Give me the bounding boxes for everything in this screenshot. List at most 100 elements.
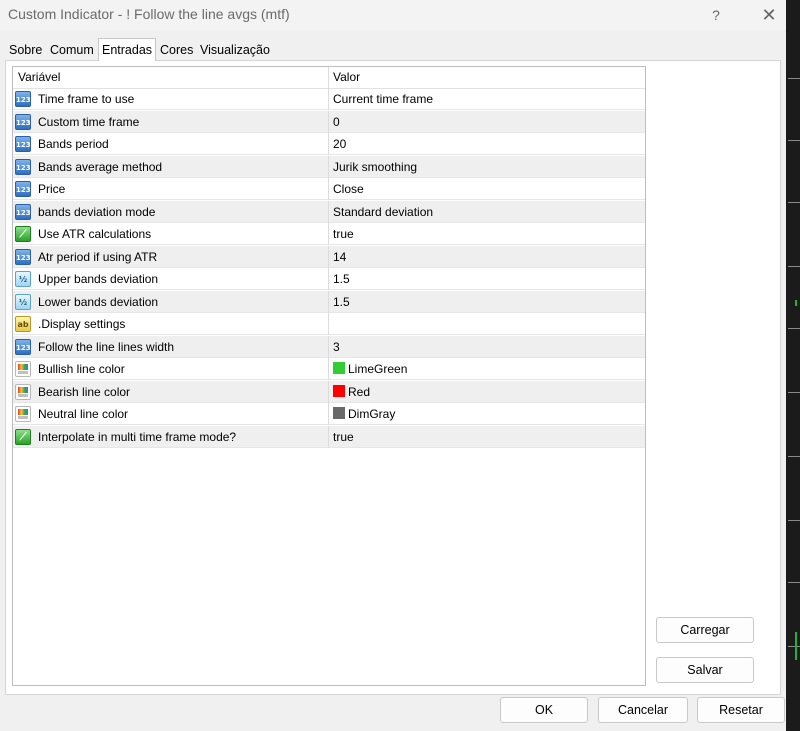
parameter-name: Bands period [38,137,109,151]
column-divider [328,268,329,290]
parameter-name: Interpolate in multi time frame mode? [38,429,237,444]
number-type-icon: 123 [15,158,31,175]
reset-button[interactable]: Resetar [697,697,785,723]
tab-cores[interactable]: Cores [157,40,196,60]
parameter-name: Bands average method [38,159,163,174]
color-type-icon [15,361,31,377]
string-type-icon: ab [15,316,31,332]
color-swatch[interactable] [333,407,345,419]
ok-button[interactable]: OK [500,697,588,723]
parameter-value[interactable]: 0 [333,115,340,129]
chart-tick [788,456,800,457]
table-row[interactable]: 123 Bands period 20 [13,133,645,155]
number-type-icon: 123 [15,91,31,107]
color-swatch[interactable] [333,362,345,374]
column-divider [328,290,329,313]
table-row[interactable]: 123 Follow the line lines width 3 [13,335,645,358]
table-row[interactable]: 123 Time frame to use Current time frame [13,88,645,110]
column-divider [328,223,329,245]
table-row[interactable]: Neutral line color DimGray [13,403,645,425]
column-divider [328,110,329,133]
chart-candle [795,300,797,306]
parameter-name: Use ATR calculations [38,227,152,241]
column-divider [328,425,329,448]
parameter-value[interactable]: DimGray [348,407,395,421]
table-row[interactable]: ⟋ Use ATR calculations true [13,223,645,245]
title-bar: Custom Indicator - ! Follow the line avg… [0,0,786,30]
column-divider [328,88,329,110]
boolean-type-icon: ⟋ [15,428,31,445]
parameter-name: Atr period if using ATR [38,249,158,264]
number-type-icon: 123 [15,338,31,355]
background-chart-strip [786,0,800,731]
parameter-value[interactable]: 1.5 [333,295,350,309]
parameter-value[interactable]: Red [348,385,370,399]
color-type-icon [15,383,31,400]
table-row[interactable]: ⟋ Interpolate in multi time frame mode? tr… [13,425,645,448]
chart-candle [795,632,797,660]
parameter-value[interactable]: Jurik smoothing [333,160,417,174]
column-divider [328,133,329,155]
parameter-value[interactable]: LimeGreen [348,362,407,376]
parameter-value[interactable]: 3 [333,340,340,354]
tab-entradas[interactable]: Entradas [98,38,156,61]
table-row[interactable]: ½ Upper bands deviation 1.5 [13,268,645,290]
color-swatch[interactable] [333,384,345,397]
window-title: Custom Indicator - ! Follow the line avg… [8,6,290,22]
column-divider [328,155,329,178]
chart-tick [788,328,800,329]
table-row[interactable]: 123 Price Close [13,178,645,200]
parameter-value[interactable]: 20 [333,137,346,151]
parameter-value[interactable]: Current time frame [333,92,433,106]
save-button[interactable]: Salvar [656,657,754,683]
number-type-icon: 123 [15,203,31,220]
chart-tick [788,78,800,79]
chart-tick [788,140,800,141]
table-row[interactable]: 123 Atr period if using ATR 14 [13,245,645,268]
number-type-icon: 123 [15,181,31,197]
parameter-name: Custom time frame [38,114,140,129]
tab-visualizacao[interactable]: Visualização [197,40,273,60]
chart-tick [788,202,800,203]
help-button[interactable]: ? [702,4,730,26]
tab-comum[interactable]: Comum [47,40,97,60]
column-header-value[interactable]: Valor [333,70,360,84]
parameter-value[interactable]: 1.5 [333,272,350,286]
table-row[interactable]: 123 bands deviation mode Standard deviatio… [13,200,645,223]
column-header-variable[interactable]: Variável [18,70,60,84]
parameter-name: Lower bands deviation [38,294,159,309]
tab-sobre[interactable]: Sobre [6,40,45,60]
parameter-name: .Display settings [38,317,126,331]
parameter-name: bands deviation mode [38,204,156,219]
column-divider [328,245,329,268]
table-row[interactable]: Bearish line color Red [13,380,645,403]
double-type-icon: ½ [15,293,31,310]
table-row[interactable]: ½ Lower bands deviation 1.5 [13,290,645,313]
column-divider [328,335,329,358]
close-button[interactable]: ✕ [755,4,783,26]
chart-tick [788,520,800,521]
column-divider [328,313,329,335]
load-button[interactable]: Carregar [656,617,754,643]
boolean-type-icon: ⟋ [15,226,31,242]
parameter-name: Follow the line lines width [38,339,175,354]
parameter-name: Upper bands deviation [38,272,159,286]
parameter-value[interactable]: Close [333,182,364,196]
parameter-name: Bearish line color [38,384,131,399]
table-row[interactable]: 123 Bands average method Jurik smoothing [13,155,645,178]
parameter-value[interactable]: 14 [333,250,346,264]
number-type-icon: 123 [15,248,31,265]
column-divider [328,178,329,200]
parameter-value[interactable]: true [333,430,354,444]
parameter-value[interactable]: true [333,227,354,241]
column-divider [328,200,329,223]
table-row[interactable]: Bullish line color LimeGreen [13,358,645,380]
cancel-button[interactable]: Cancelar [598,697,688,723]
column-divider[interactable] [328,67,329,88]
table-row[interactable]: 123 Custom time frame 0 [13,110,645,133]
inputs-grid[interactable]: Variável Valor 123 Time frame to use Curre… [12,66,646,686]
table-row[interactable]: ab .Display settings [13,313,645,335]
column-divider [328,403,329,425]
parameter-value[interactable]: Standard deviation [333,205,433,219]
parameter-name: Neutral line color [38,407,129,421]
